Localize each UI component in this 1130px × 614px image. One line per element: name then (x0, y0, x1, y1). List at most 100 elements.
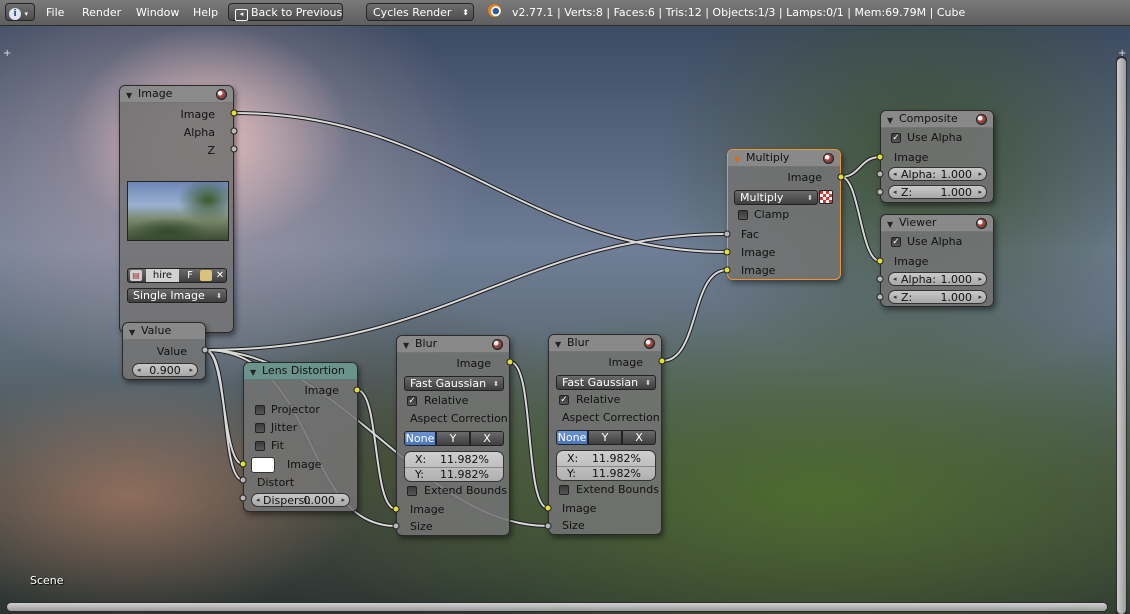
composite-alpha-field[interactable]: ◂ Alpha: 1.000 ▸ (888, 167, 987, 181)
jitter-checkbox[interactable] (255, 423, 265, 433)
blur1-aspect-x[interactable]: X (470, 431, 504, 446)
horizontal-scrollbar[interactable] (6, 602, 1108, 612)
blur2-output-socket[interactable] (658, 357, 666, 365)
render-engine-select[interactable]: Cycles Render ⬍ (366, 3, 474, 21)
value-node[interactable]: ▼ Value Value ◂ 0.900 ▸ (122, 322, 206, 380)
composite-input-alpha-socket[interactable] (876, 170, 884, 178)
lens-input-dispersion-socket[interactable] (239, 494, 247, 502)
decrement-icon[interactable]: ◂ (893, 168, 897, 181)
unlink-close-icon[interactable]: ✕ (214, 269, 226, 282)
use-alpha-toggle-icon[interactable] (819, 190, 833, 204)
composite-z-field[interactable]: ◂ Z: 1.000 ▸ (888, 185, 987, 199)
collapse-triangle-icon[interactable]: ▼ (126, 88, 132, 104)
composite-use-alpha-checkbox[interactable]: ✓ (891, 133, 901, 143)
blur1-size-fields[interactable]: X: 11.982% Y: 11.982% (404, 451, 504, 482)
image-source-select[interactable]: Single Image ⬍ (127, 288, 227, 303)
decrement-icon[interactable]: ◂ (893, 291, 897, 304)
multiply-node[interactable]: ▼ Multiply Image Multiply ⬍ Clamp Fac Im… (727, 149, 841, 280)
value-field[interactable]: ◂ 0.900 ▸ (132, 363, 198, 377)
blur1-filter-select[interactable]: Fast Gaussian ⬍ (404, 376, 504, 391)
menu-help[interactable]: Help (193, 0, 218, 25)
image-name[interactable]: hire (146, 269, 179, 282)
multiply-input-image1-socket[interactable] (723, 248, 731, 256)
increment-icon[interactable]: ▸ (978, 168, 982, 181)
blur1-input-image-socket[interactable] (392, 505, 400, 513)
viewer-z-field[interactable]: ◂ Z: 1.000 ▸ (888, 290, 987, 304)
viewer-use-alpha-checkbox[interactable]: ✓ (891, 237, 901, 247)
composite-input-z-socket[interactable] (876, 188, 884, 196)
viewer-alpha-field[interactable]: ◂ Alpha: 1.000 ▸ (888, 272, 987, 286)
image-node-header[interactable]: ▼ Image (120, 86, 233, 103)
image-color-swatch[interactable] (251, 457, 275, 473)
viewer-input-alpha-socket[interactable] (876, 275, 884, 283)
node-preview-icon[interactable] (976, 218, 987, 229)
collapse-triangle-icon[interactable]: ▼ (887, 217, 893, 233)
decrement-icon[interactable]: ◂ (893, 273, 897, 286)
viewer-node[interactable]: ▼ Viewer ✓ Use Alpha Image ◂ Alpha: 1.00… (880, 214, 994, 307)
blur2-aspect-none[interactable]: None (556, 430, 588, 445)
projector-checkbox[interactable] (255, 405, 265, 415)
collapse-triangle-icon[interactable]: ▼ (250, 365, 256, 381)
node-preview-icon[interactable] (216, 89, 227, 100)
menu-file[interactable]: File (46, 0, 64, 25)
increment-icon[interactable]: ▸ (978, 291, 982, 304)
collapse-triangle-icon[interactable]: ▼ (887, 113, 893, 129)
increment-icon[interactable]: ▸ (978, 273, 982, 286)
blur-node-1[interactable]: ▼ Blur Image Fast Gaussian ⬍ ✓ Relative … (396, 335, 510, 536)
blur2-input-size-socket[interactable] (544, 522, 552, 530)
blur2-x-field[interactable]: X: 11.982% (557, 451, 655, 467)
viewer-input-image-socket[interactable] (876, 257, 884, 265)
fit-checkbox[interactable] (255, 441, 265, 451)
collapse-triangle-icon[interactable]: ▼ (403, 338, 409, 354)
multiply-input-fac-socket[interactable] (723, 230, 731, 238)
image-browse-icon[interactable]: ▤ (130, 270, 142, 281)
increment-icon[interactable]: ▸ (189, 364, 193, 377)
image-output-alpha-socket[interactable] (230, 127, 238, 135)
blur2-node-header[interactable]: ▼ Blur (549, 335, 661, 352)
value-node-header[interactable]: ▼ Value (123, 323, 205, 340)
composite-node-header[interactable]: ▼ Composite (881, 111, 993, 128)
image-datablock-field[interactable]: ▤ hire F ✕ (127, 268, 227, 283)
blur-node-2[interactable]: ▼ Blur Image Fast Gaussian ⬍ ✓ Relative … (548, 334, 662, 535)
lens-node-header[interactable]: ▼ Lens Distortion (244, 363, 357, 380)
blur1-aspect-y[interactable]: Y (436, 431, 470, 446)
decrement-icon[interactable]: ◂ (256, 494, 260, 507)
multiply-output-socket[interactable] (837, 173, 845, 181)
decrement-icon[interactable]: ◂ (893, 186, 897, 199)
blur1-y-field[interactable]: Y: 11.982% (405, 467, 503, 482)
viewer-node-header[interactable]: ▼ Viewer (881, 215, 993, 232)
fake-user-toggle[interactable]: F (182, 269, 198, 282)
blend-type-select[interactable]: Multiply ⬍ (734, 190, 818, 205)
lens-input-image-socket[interactable] (239, 460, 247, 468)
blur2-aspect-x[interactable]: X (622, 430, 656, 445)
composite-input-image-socket[interactable] (876, 153, 884, 161)
lens-input-distort-socket[interactable] (239, 476, 247, 484)
menu-render[interactable]: Render (82, 0, 121, 25)
image-output-z-socket[interactable] (230, 145, 238, 153)
clamp-checkbox[interactable] (738, 210, 748, 220)
collapse-triangle-icon[interactable]: ▼ (129, 325, 135, 341)
blur1-input-size-socket[interactable] (392, 522, 400, 530)
back-to-previous-button[interactable]: ◂ Back to Previous (228, 3, 343, 21)
node-editor-canvas[interactable]: + + ▼ Image Image Alpha Z ▤ hire F ✕ Sin… (0, 26, 1130, 614)
lens-output-image-socket[interactable] (353, 386, 361, 394)
node-preview-icon[interactable] (976, 114, 987, 125)
blur2-extend-checkbox[interactable] (559, 485, 569, 495)
lens-distortion-node[interactable]: ▼ Lens Distortion Image Projector Jitter… (243, 362, 358, 512)
image-node[interactable]: ▼ Image Image Alpha Z ▤ hire F ✕ Single … (119, 85, 234, 333)
blur2-relative-checkbox[interactable]: ✓ (559, 395, 569, 405)
viewer-input-z-socket[interactable] (876, 293, 884, 301)
node-preview-icon[interactable] (644, 338, 655, 349)
horizontal-scroll-thumb[interactable] (7, 603, 1107, 611)
blur1-extend-checkbox[interactable] (407, 486, 417, 496)
blur1-node-header[interactable]: ▼ Blur (397, 336, 509, 353)
increment-icon[interactable]: ▸ (341, 494, 345, 507)
blur2-y-field[interactable]: Y: 11.982% (557, 466, 655, 481)
blur2-aspect-y[interactable]: Y (588, 430, 622, 445)
blur1-output-socket[interactable] (506, 358, 514, 366)
blur2-input-image-socket[interactable] (544, 504, 552, 512)
vertical-scroll-thumb[interactable] (1117, 58, 1126, 614)
editor-type-menu[interactable]: i ▾ (5, 3, 35, 21)
value-output-socket[interactable] (201, 346, 209, 354)
menu-window[interactable]: Window (136, 0, 179, 25)
